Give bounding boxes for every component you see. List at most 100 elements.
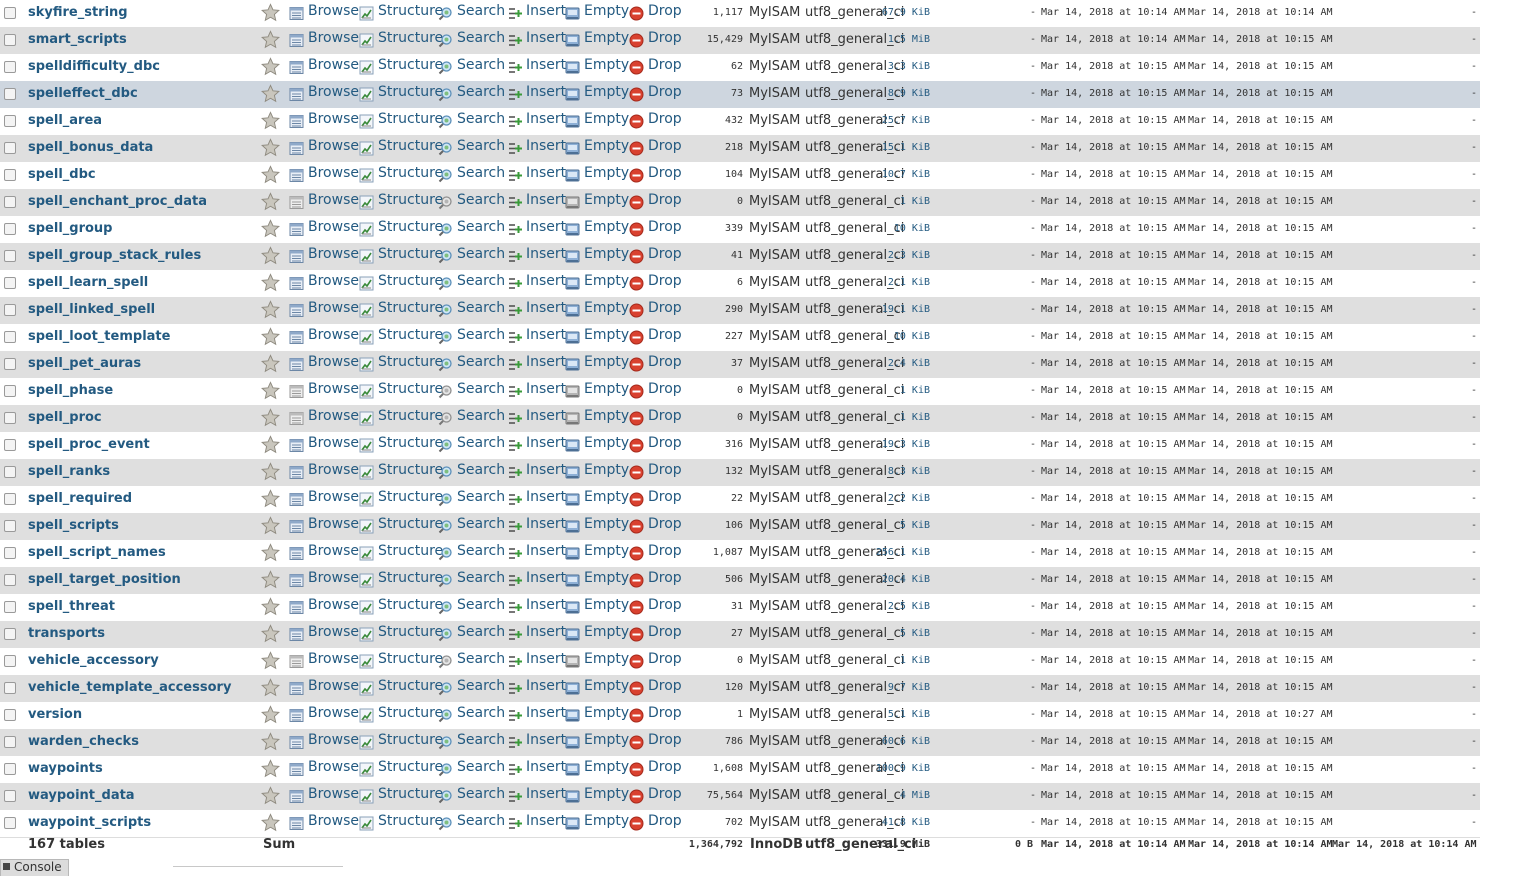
table-name-link[interactable]: spell_group (28, 216, 112, 241)
table-row[interactable]: spell_learn_spell Browse Structure Search In… (0, 270, 1480, 297)
row-checkbox[interactable] (4, 682, 16, 694)
table-size[interactable]: 20.4 KiB (882, 567, 930, 592)
row-checkbox[interactable] (4, 763, 16, 775)
favorite-star-icon[interactable] (261, 543, 280, 562)
table-size[interactable]: 25.7 KiB (882, 108, 930, 133)
table-size[interactable]: 8.3 KiB (888, 459, 930, 484)
table-name-link[interactable]: spell_scripts (28, 513, 119, 538)
row-checkbox[interactable] (4, 493, 16, 505)
favorite-star-icon[interactable] (261, 192, 280, 211)
table-row[interactable]: waypoint_scripts Browse Structure Search Ins… (0, 810, 1480, 837)
table-size[interactable]: 9.7 KiB (888, 675, 930, 700)
favorite-star-icon[interactable] (261, 354, 280, 373)
row-checkbox[interactable] (4, 358, 16, 370)
table-size[interactable]: 4 MiB (900, 783, 930, 808)
table-row[interactable]: spell_script_names Browse Structure Search I… (0, 540, 1480, 567)
row-checkbox[interactable] (4, 412, 16, 424)
favorite-star-icon[interactable] (261, 57, 280, 76)
table-size[interactable]: 19.3 KiB (882, 432, 930, 457)
table-name-link[interactable]: spell_proc (28, 405, 102, 430)
row-checkbox[interactable] (4, 88, 16, 100)
table-name-link[interactable]: spelldifficulty_dbc (28, 54, 160, 79)
favorite-star-icon[interactable] (261, 462, 280, 481)
table-name-link[interactable]: waypoint_scripts (28, 810, 151, 835)
table-size[interactable]: 1 KiB (900, 405, 930, 430)
favorite-star-icon[interactable] (261, 246, 280, 265)
favorite-star-icon[interactable] (261, 111, 280, 130)
table-name-link[interactable]: warden_checks (28, 729, 139, 754)
favorite-star-icon[interactable] (261, 381, 280, 400)
table-row[interactable]: spell_area Browse Structure Search Insert Emp… (0, 108, 1480, 135)
table-row[interactable]: transports Browse Structure Search Insert Emp… (0, 621, 1480, 648)
table-row[interactable]: spell_enchant_proc_data Browse Structure Se… (0, 189, 1480, 216)
table-name-link[interactable]: transports (28, 621, 105, 646)
table-size[interactable]: 2.3 KiB (888, 243, 930, 268)
table-name-link[interactable]: spell_enchant_proc_data (28, 189, 207, 214)
row-checkbox[interactable] (4, 142, 16, 154)
table-name-link[interactable]: spell_linked_spell (28, 297, 155, 322)
table-row[interactable]: spelldifficulty_dbc Browse Structure Search… (0, 54, 1480, 81)
table-size[interactable]: 2.1 KiB (888, 270, 930, 295)
table-row[interactable]: spell_phase Browse Structure Search Insert Em… (0, 378, 1480, 405)
table-row[interactable]: waypoint_data Browse Structure Search Insert… (0, 783, 1480, 810)
row-checkbox[interactable] (4, 574, 16, 586)
favorite-star-icon[interactable] (261, 219, 280, 238)
table-size[interactable]: 10 KiB (894, 324, 930, 349)
table-row[interactable]: spell_bonus_data Browse Structure Search Ins… (0, 135, 1480, 162)
favorite-star-icon[interactable] (261, 516, 280, 535)
table-name-link[interactable]: spell_required (28, 486, 132, 511)
table-size[interactable]: 8.9 KiB (888, 81, 930, 106)
table-size[interactable]: 15.1 KiB (882, 135, 930, 160)
table-size[interactable]: 100.9 KiB (876, 756, 930, 781)
row-checkbox[interactable] (4, 331, 16, 343)
table-row[interactable]: spelleffect_dbc Browse Structure Search Inse… (0, 81, 1480, 108)
table-row[interactable]: spell_proc_event Browse Structure Search Ins… (0, 432, 1480, 459)
table-name-link[interactable]: spell_learn_spell (28, 270, 148, 295)
row-checkbox[interactable] (4, 601, 16, 613)
table-row[interactable]: version Browse Structure Search Insert Empty D… (0, 702, 1480, 729)
row-checkbox[interactable] (4, 196, 16, 208)
table-size[interactable]: 10 KiB (894, 216, 930, 241)
favorite-star-icon[interactable] (261, 30, 280, 49)
table-row[interactable]: spell_target_position Browse Structure Sear… (0, 567, 1480, 594)
row-checkbox[interactable] (4, 385, 16, 397)
table-name-link[interactable]: spell_target_position (28, 567, 181, 592)
favorite-star-icon[interactable] (261, 813, 280, 832)
table-row[interactable]: waypoints Browse Structure Search Insert Empt… (0, 756, 1480, 783)
row-checkbox[interactable] (4, 520, 16, 532)
table-name-link[interactable]: spell_loot_template (28, 324, 170, 349)
table-name-link[interactable]: spell_bonus_data (28, 135, 153, 160)
favorite-star-icon[interactable] (261, 597, 280, 616)
table-name-link[interactable]: version (28, 702, 82, 727)
table-row[interactable]: spell_scripts Browse Structure Search Insert… (0, 513, 1480, 540)
table-row[interactable]: spell_ranks Browse Structure Search Insert Em… (0, 459, 1480, 486)
table-row[interactable]: vehicle_template_accessory Browse Structur… (0, 675, 1480, 702)
row-checkbox[interactable] (4, 790, 16, 802)
favorite-star-icon[interactable] (261, 624, 280, 643)
favorite-star-icon[interactable] (261, 705, 280, 724)
table-row[interactable]: spell_dbc Browse Structure Search Insert Empt… (0, 162, 1480, 189)
favorite-star-icon[interactable] (261, 84, 280, 103)
table-name-link[interactable]: spelleffect_dbc (28, 81, 138, 106)
favorite-star-icon[interactable] (261, 732, 280, 751)
table-name-link[interactable]: spell_proc_event (28, 432, 150, 457)
row-checkbox[interactable] (4, 304, 16, 316)
row-checkbox[interactable] (4, 223, 16, 235)
row-checkbox[interactable] (4, 277, 16, 289)
table-name-link[interactable]: spell_ranks (28, 459, 110, 484)
table-size[interactable]: 60.6 KiB (882, 729, 930, 754)
table-name-link[interactable]: smart_scripts (28, 27, 127, 52)
table-row[interactable]: spell_loot_template Browse Structure Search… (0, 324, 1480, 351)
table-size[interactable]: 10.7 KiB (882, 162, 930, 187)
table-row[interactable]: spell_required Browse Structure Search Inser… (0, 486, 1480, 513)
table-size[interactable]: 256.1 KiB (876, 540, 930, 565)
favorite-star-icon[interactable] (261, 678, 280, 697)
row-checkbox[interactable] (4, 547, 16, 559)
favorite-star-icon[interactable] (261, 165, 280, 184)
row-checkbox[interactable] (4, 250, 16, 262)
table-name-link[interactable]: spell_area (28, 108, 102, 133)
table-size[interactable]: 1 KiB (900, 648, 930, 673)
row-checkbox[interactable] (4, 7, 16, 19)
table-size[interactable]: 3.3 KiB (888, 54, 930, 79)
favorite-star-icon[interactable] (261, 651, 280, 670)
